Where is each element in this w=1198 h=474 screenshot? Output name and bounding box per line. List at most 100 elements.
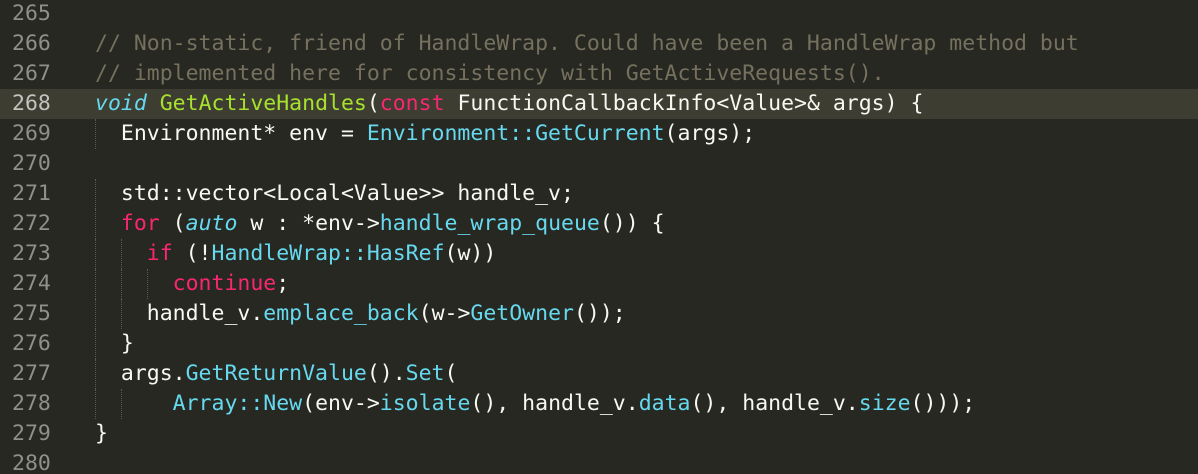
gutter: 275: [0, 299, 84, 329]
code-token: Set: [405, 361, 445, 386]
gutter: 274: [0, 269, 84, 299]
code-line[interactable]: 277 args.GetReturnValue().Set(: [0, 359, 1198, 389]
code-line[interactable]: 276 }: [0, 329, 1198, 359]
code-text: }: [95, 419, 108, 449]
code-token: void: [95, 91, 147, 116]
code-token: size: [858, 391, 911, 416]
code-line[interactable]: 270: [0, 149, 1198, 179]
indent-guide: [146, 269, 148, 299]
code-token: GetActiveHandles: [159, 91, 367, 116]
code-text: Array::New(env->isolate(), handle_v.data…: [95, 389, 976, 419]
line-number: 279: [12, 421, 51, 446]
indent-guide: [95, 239, 96, 269]
gutter: 273: [0, 239, 84, 269]
code-line[interactable]: 265: [0, 0, 1198, 29]
line-number: 276: [12, 331, 51, 356]
indent-guide: [95, 389, 96, 419]
code-token: for: [120, 211, 160, 236]
code-token: }: [95, 421, 108, 446]
code-line[interactable]: 268 void GetActiveHandles(const FunctionC…: [0, 89, 1198, 119]
code-line[interactable]: 271 std::vector<Local<Value>> handle_v;: [0, 179, 1198, 209]
indent-guide: [95, 299, 96, 329]
code-line[interactable]: 278 Array::New(env->isolate(), handle_v.…: [0, 389, 1198, 419]
indent-guide: [95, 209, 96, 239]
code-line[interactable]: 274 continue;: [0, 269, 1198, 299]
gutter: 271: [0, 179, 84, 209]
code-token: (args);: [664, 121, 756, 146]
code-text: std::vector<Local<Value>> handle_v;: [95, 179, 574, 209]
gutter: 280: [0, 449, 84, 474]
line-number: 280: [12, 451, 51, 474]
code-token: (: [159, 211, 186, 236]
code-lines: 265 266 // Non-static, friend of HandleWra…: [0, 0, 1198, 474]
indent-guide: [120, 299, 122, 329]
indent-guide: [95, 179, 96, 209]
code-line[interactable]: 266 // Non-static, friend of HandleWrap. …: [0, 29, 1198, 59]
code-token: std::vector<Local<Value>> handle_v;: [95, 181, 574, 206]
code-token: continue: [172, 271, 277, 296]
line-number: 273: [12, 241, 51, 266]
indent-guide: [120, 389, 122, 419]
code-token: if: [146, 241, 173, 266]
code-token: // implemented here for consistency with…: [95, 61, 885, 86]
gutter: 269: [0, 119, 84, 149]
line-number: 269: [12, 121, 51, 146]
code-token: ()) {: [599, 211, 665, 236]
code-token: data: [638, 391, 691, 416]
code-token: Environment::GetCurrent: [366, 121, 665, 146]
code-token: w : *env->: [237, 211, 380, 236]
code-token: const: [379, 91, 445, 116]
gutter: 270: [0, 149, 84, 179]
line-number: 271: [12, 181, 51, 206]
code-token: (env->: [302, 391, 380, 416]
line-number: 274: [12, 271, 51, 296]
code-line[interactable]: 280: [0, 449, 1198, 474]
code-token: ;: [276, 271, 290, 296]
code-line[interactable]: 273 if (!HandleWrap::HasRef(w)): [0, 239, 1198, 269]
code-line[interactable]: 272 for (auto w : *env->handle_wrap_queu…: [0, 209, 1198, 239]
gutter: 267: [0, 59, 84, 89]
gutter: 265: [0, 0, 84, 29]
code-editor[interactable]: 265 266 // Non-static, friend of HandleWra…: [0, 0, 1198, 474]
code-token: handle_wrap_queue: [379, 211, 600, 236]
gutter: 268: [0, 89, 84, 119]
code-token: GetReturnValue: [185, 361, 367, 386]
code-token: (), handle_v.: [470, 391, 639, 416]
line-number: 277: [12, 361, 51, 386]
code-line[interactable]: 269 Environment* env = Environment::GetC…: [0, 119, 1198, 149]
gutter: 279: [0, 419, 84, 449]
code-token: auto: [185, 211, 238, 236]
code-token: }: [95, 331, 134, 356]
code-token: FunctionCallbackInfo<Value>& args) {: [444, 91, 924, 116]
code-token: isolate: [379, 391, 471, 416]
code-text: if (!HandleWrap::HasRef(w)): [95, 239, 497, 269]
code-token: (: [366, 91, 380, 116]
code-line[interactable]: 267 // implemented here for consistency w…: [0, 59, 1198, 89]
code-token: Environment* env =: [95, 121, 367, 146]
indent-guide: [95, 329, 96, 359]
indent-guide: [95, 359, 96, 389]
line-number: 266: [12, 31, 51, 56]
code-token: args.: [95, 361, 186, 386]
line-number: 265: [12, 1, 51, 26]
code-line[interactable]: 279}: [0, 419, 1198, 449]
code-token: emplace_back: [263, 301, 419, 326]
code-text: for (auto w : *env->handle_wrap_queue())…: [95, 209, 665, 239]
code-token: ().: [366, 361, 406, 386]
line-number: 267: [12, 61, 51, 86]
line-number: 278: [12, 391, 51, 416]
line-number: 270: [12, 151, 51, 176]
code-token: (w->: [418, 301, 471, 326]
gutter: 278: [0, 389, 84, 419]
code-token: (: [444, 361, 458, 386]
code-token: (!: [172, 241, 212, 266]
code-token: HandleWrap::HasRef: [211, 241, 445, 266]
code-text: continue;: [95, 269, 290, 299]
code-token: (), handle_v.: [690, 391, 859, 416]
code-text: handle_v.emplace_back(w->GetOwner());: [95, 299, 626, 329]
code-line[interactable]: 275 handle_v.emplace_back(w->GetOwner())…: [0, 299, 1198, 329]
